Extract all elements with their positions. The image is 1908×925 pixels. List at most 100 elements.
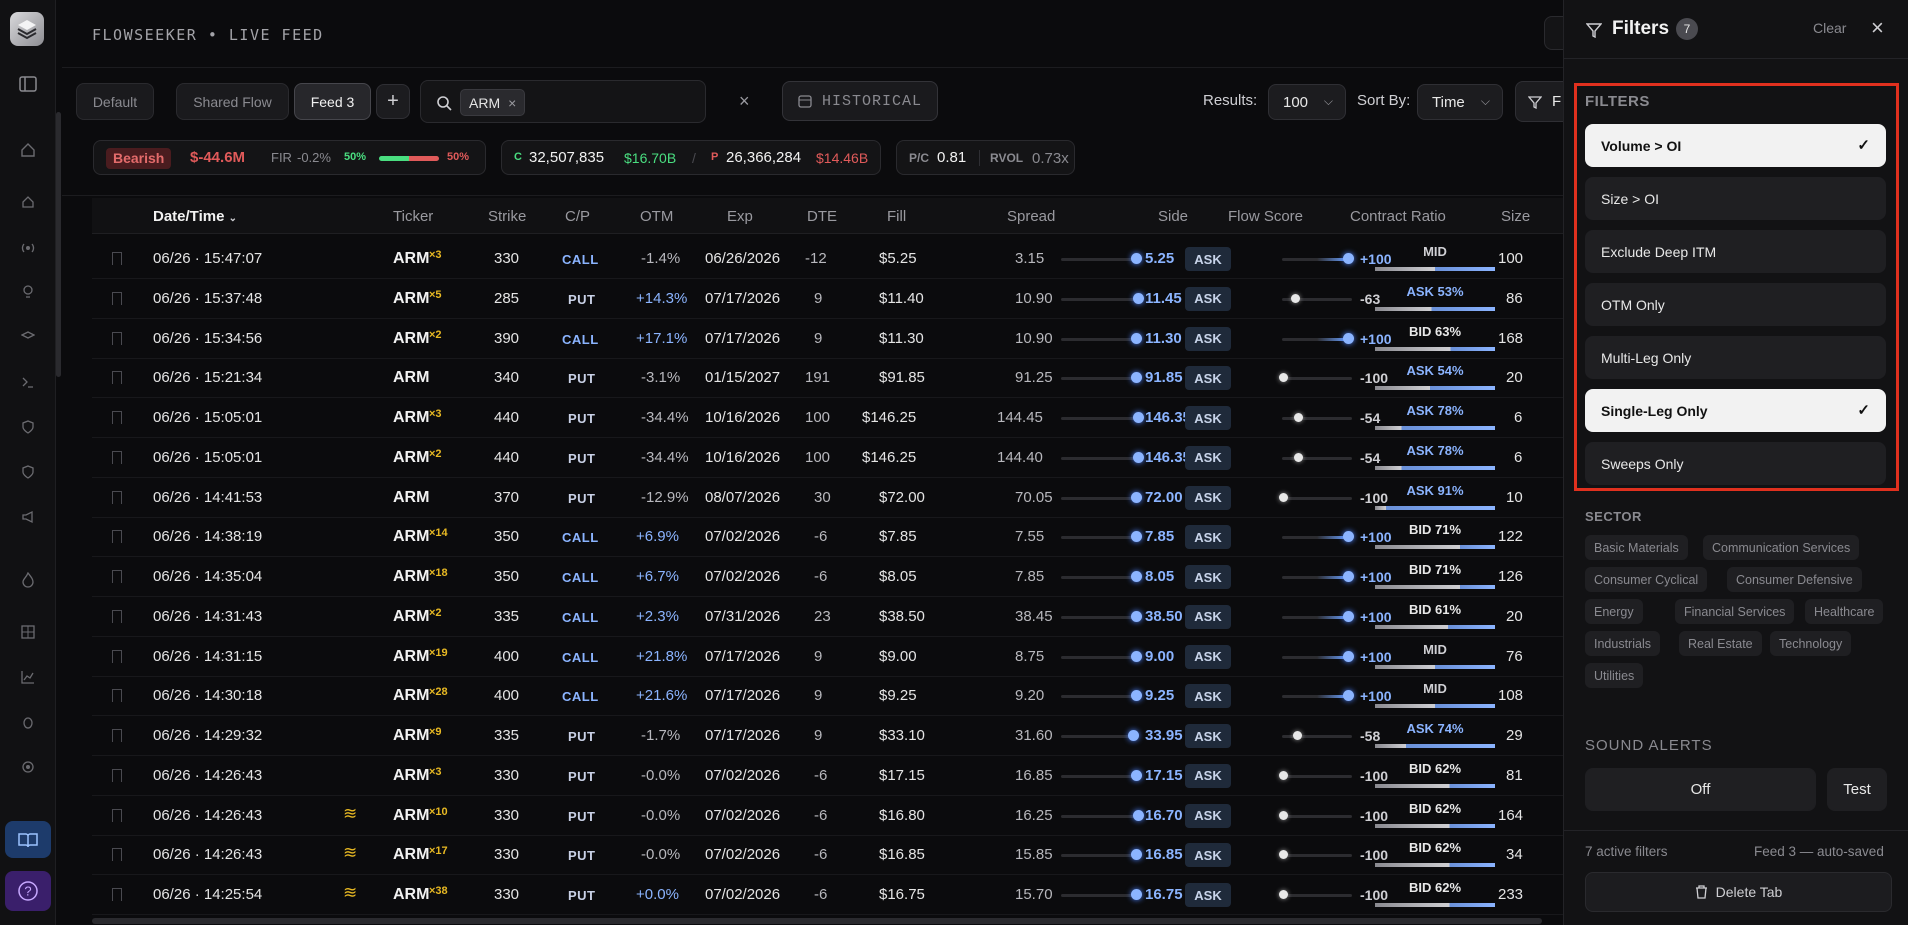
settings-icon[interactable] — [16, 755, 40, 779]
sound-off-button[interactable]: Off — [1585, 768, 1816, 811]
row-ticker[interactable]: ARM — [393, 807, 429, 825]
delete-tab-button[interactable]: Delete Tab — [1585, 872, 1892, 912]
bookmark-icon[interactable] — [112, 252, 122, 265]
row-ticker[interactable]: ARM — [393, 369, 429, 387]
sector-chip[interactable]: Consumer Cyclical — [1585, 567, 1708, 592]
results-select[interactable]: 100 ⌵ — [1268, 84, 1346, 120]
table-row[interactable]: 06/26 · 14:31:15 ARM ×19 400 CALL +21.8%… — [92, 637, 1563, 677]
sector-chip[interactable]: Financial Services — [1675, 599, 1795, 624]
bookmark-icon[interactable] — [112, 689, 122, 703]
row-ticker[interactable]: ARM — [393, 886, 429, 904]
row-ticker[interactable]: ARM — [393, 449, 429, 467]
clear-filters-button[interactable]: Clear — [1813, 20, 1846, 36]
table-row[interactable]: 06/26 · 14:31:43 ARM ×2 335 CALL +2.3% 0… — [92, 597, 1563, 637]
row-ticker[interactable]: ARM — [393, 409, 429, 427]
col-otm[interactable]: OTM — [640, 208, 673, 225]
filter-option-volume-oi[interactable]: Volume > OI ✓ — [1585, 124, 1886, 167]
tab-default[interactable]: Default — [76, 83, 154, 120]
bookmark-icon[interactable] — [112, 371, 122, 385]
dashboard-icon[interactable] — [16, 190, 40, 214]
filter-option-single-leg-only[interactable]: Single-Leg Only ✓ — [1585, 389, 1886, 432]
col-fill[interactable]: Fill — [887, 208, 906, 225]
grid-icon[interactable] — [16, 620, 40, 644]
row-ticker[interactable]: ARM — [393, 727, 429, 745]
table-row[interactable]: 06/26 · 14:26:43 ARM ×3 330 PUT -0.0% 07… — [92, 756, 1563, 796]
signal-icon[interactable] — [16, 236, 40, 260]
filters-toggle-button[interactable]: F — [1515, 81, 1563, 122]
table-row[interactable]: 06/26 · 14:35:04 ARM ×18 350 CALL +6.7% … — [92, 557, 1563, 597]
horizontal-scrollbar[interactable] — [92, 918, 1542, 924]
col-flow-score[interactable]: Flow Score — [1228, 208, 1303, 225]
table-row[interactable]: 06/26 · 15:37:48 ARM ×5 285 PUT +14.3% 0… — [92, 279, 1563, 319]
shield-icon[interactable] — [16, 415, 40, 439]
table-row[interactable]: 06/26 · 14:25:54 ≋ ARM ×38 330 PUT +0.0%… — [92, 875, 1563, 915]
col-spread[interactable]: Spread — [1007, 208, 1055, 225]
table-row[interactable]: 06/26 · 14:38:19 ARM ×14 350 CALL +6.9% … — [92, 517, 1563, 558]
shield-alt-icon[interactable] — [16, 460, 40, 484]
sort-select[interactable]: Time ⌵ — [1417, 84, 1503, 120]
bookmark-icon[interactable] — [112, 331, 122, 345]
tab-feed-3[interactable]: Feed 3 — [294, 83, 371, 120]
sector-chip[interactable]: Basic Materials — [1585, 535, 1688, 560]
table-row[interactable]: 06/26 · 14:26:43 ≋ ARM ×17 330 PUT -0.0%… — [92, 835, 1563, 876]
sector-chip[interactable]: Communication Services — [1703, 535, 1860, 560]
row-ticker[interactable]: ARM — [393, 608, 429, 626]
col-side[interactable]: Side — [1158, 208, 1188, 225]
filter-option-sweeps-only[interactable]: Sweeps Only — [1585, 442, 1886, 485]
filter-option-otm-only[interactable]: OTM Only — [1585, 283, 1886, 326]
col-ticker[interactable]: Ticker — [393, 208, 433, 225]
graduation-icon[interactable] — [16, 325, 40, 349]
table-row[interactable]: 06/26 · 14:41:53 ARM 370 PUT -12.9% 08/0… — [92, 478, 1563, 518]
add-tab-button[interactable]: + — [376, 84, 410, 119]
tab-shared-flow[interactable]: Shared Flow — [176, 83, 289, 120]
table-row[interactable]: 06/26 · 14:29:32 ARM ×9 335 PUT -1.7% 07… — [92, 716, 1563, 756]
row-ticker[interactable]: ARM — [393, 767, 429, 785]
row-ticker[interactable]: ARM — [393, 846, 429, 864]
home-icon[interactable] — [16, 138, 40, 162]
col-datetime[interactable]: Date/Time ⌄ — [153, 208, 237, 225]
search-chip[interactable]: ARM × — [460, 89, 526, 116]
row-ticker[interactable]: ARM — [393, 648, 429, 666]
chip-remove-icon[interactable]: × — [508, 95, 516, 111]
bookmark-icon[interactable] — [112, 609, 122, 623]
sector-chip[interactable]: Industrials — [1585, 631, 1660, 656]
bookmark-icon[interactable] — [112, 570, 122, 583]
table-row[interactable]: 06/26 · 15:34:56 ARM ×2 390 CALL +17.1% … — [92, 319, 1563, 359]
row-ticker[interactable]: ARM — [393, 687, 429, 705]
chart-icon[interactable] — [16, 665, 40, 689]
col-dte[interactable]: DTE — [807, 208, 837, 225]
filter-option-size-oi[interactable]: Size > OI — [1585, 177, 1886, 220]
table-row[interactable]: 06/26 · 15:47:07 ARM ×3 330 CALL -1.4% 0… — [92, 239, 1563, 279]
row-ticker[interactable]: ARM — [393, 290, 429, 308]
table-row[interactable]: 06/26 · 15:05:01 ARM ×2 440 PUT -34.4% 1… — [92, 438, 1563, 478]
row-ticker[interactable]: ARM — [393, 568, 429, 586]
bookmark-icon[interactable] — [112, 450, 122, 464]
app-logo[interactable] — [10, 12, 44, 46]
row-ticker[interactable]: ARM — [393, 250, 429, 268]
docs-button[interactable] — [5, 821, 51, 858]
sector-chip[interactable]: Real Estate — [1679, 631, 1762, 656]
bookmark-icon[interactable] — [112, 490, 122, 504]
bookmark-icon[interactable] — [112, 888, 122, 901]
bookmark-icon[interactable] — [112, 808, 122, 822]
historical-button[interactable]: HISTORICAL — [782, 81, 938, 121]
search-box[interactable]: ARM × × — [420, 80, 750, 123]
bookmark-icon[interactable] — [112, 530, 122, 544]
filter-option-multi-leg-only[interactable]: Multi-Leg Only — [1585, 336, 1886, 379]
sector-chip[interactable]: Energy — [1585, 599, 1643, 624]
bug-icon[interactable] — [16, 710, 40, 734]
sector-chip[interactable]: Technology — [1770, 631, 1852, 656]
bookmark-icon[interactable] — [112, 848, 122, 862]
row-ticker[interactable]: ARM — [393, 330, 429, 348]
sector-chip[interactable]: Utilities — [1585, 663, 1644, 688]
flame-icon[interactable] — [16, 568, 40, 592]
col-contract-ratio[interactable]: Contract Ratio — [1350, 208, 1446, 225]
bookmark-icon[interactable] — [112, 411, 122, 424]
filter-option-exclude-deep-itm[interactable]: Exclude Deep ITM — [1585, 230, 1886, 273]
sector-chip[interactable]: Healthcare — [1805, 599, 1884, 624]
close-icon[interactable]: × — [1871, 15, 1884, 41]
col-cp[interactable]: C/P — [565, 208, 590, 225]
table-row[interactable]: 06/26 · 14:30:18 ARM ×28 400 CALL +21.6%… — [92, 676, 1563, 717]
megaphone-icon[interactable] — [16, 505, 40, 529]
table-row[interactable]: 06/26 · 15:21:34 ARM 340 PUT -3.1% 01/15… — [92, 358, 1563, 399]
